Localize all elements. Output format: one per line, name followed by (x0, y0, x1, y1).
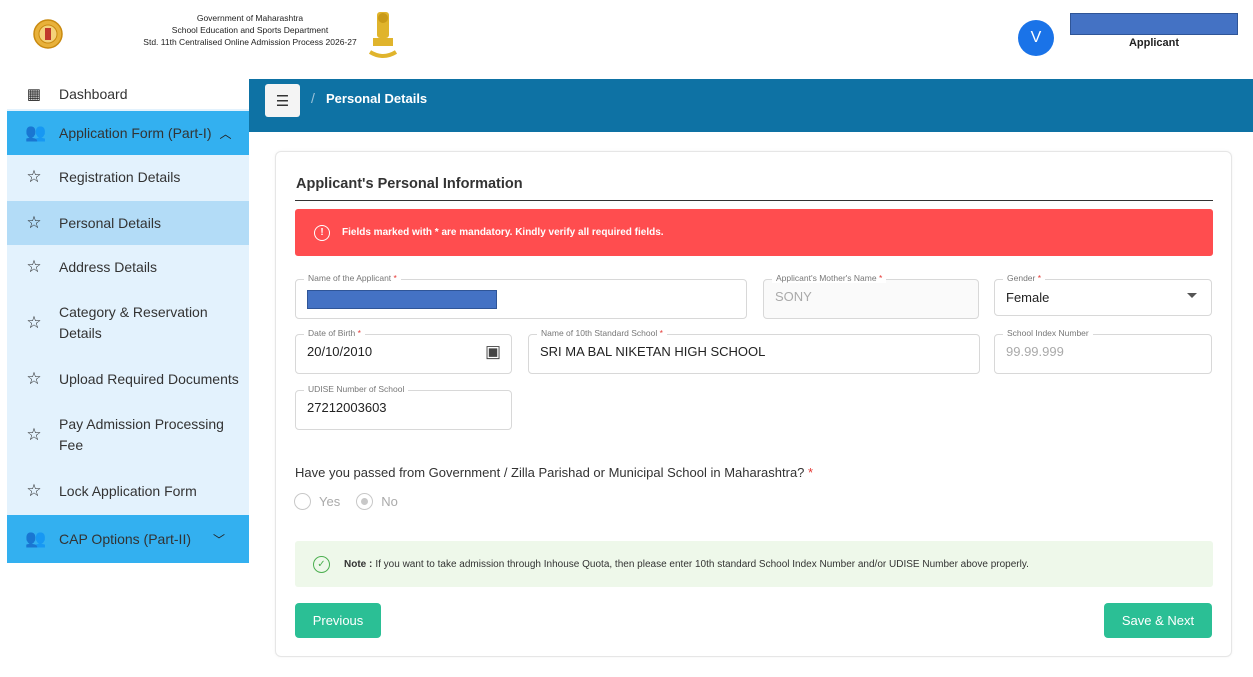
school-index-field[interactable]: School Index Number 99.99.999 (994, 328, 1212, 374)
sidebar-item-label: Address Details (59, 258, 158, 275)
field-placeholder: 99.99.999 (1006, 344, 1064, 359)
save-next-button[interactable]: Save & Next (1104, 603, 1212, 638)
inhouse-quota-note: ✓ Note : If you want to take admission t… (295, 541, 1213, 587)
check-circle-icon: ✓ (313, 555, 330, 573)
dropdown-arrow-icon (1187, 293, 1197, 298)
sidebar-item-label: Lock Application Form (59, 482, 197, 499)
header: Government of Maharashtra School Educati… (0, 0, 1253, 79)
radio-no[interactable] (356, 493, 374, 510)
sidebar: ▦ Dashboard 👥 Application Form (Part-I) … (7, 79, 249, 563)
sidebar-item-address-details[interactable]: ☆ Address Details (7, 245, 249, 289)
star-icon: ☆ (26, 313, 42, 332)
user-role: Applicant (1128, 37, 1180, 49)
field-label: Name of 10th Standard School * (537, 328, 667, 338)
calendar-icon[interactable]: ▣ (485, 342, 501, 362)
divider (295, 200, 1213, 201)
breadcrumb-separator: / (311, 90, 315, 106)
sidebar-item-personal-details[interactable]: ☆ Personal Details (7, 201, 249, 245)
field-label: UDISE Number of School (304, 384, 409, 394)
maharashtra-seal-logo (33, 19, 63, 49)
chevron-down-icon: ﹀ (213, 532, 226, 547)
gender-select[interactable]: Gender * Female (994, 273, 1212, 316)
field-label: Name of the Applicant * (304, 273, 401, 283)
radio-no-label: No (381, 494, 398, 509)
field-label: School Index Number (1003, 328, 1093, 338)
avatar[interactable]: V (1018, 20, 1054, 56)
govt-school-question: Have you passed from Government / Zilla … (295, 465, 814, 480)
star-icon: ☆ (26, 481, 42, 500)
personal-info-card: Applicant's Personal Information ! Field… (275, 151, 1232, 657)
field-label: Gender * (1003, 273, 1046, 283)
field-value: Female (1006, 290, 1050, 305)
note-label: Note : (344, 558, 373, 570)
sidebar-item-label: Registration Details (59, 168, 181, 185)
star-icon: ☆ (26, 425, 42, 444)
dashboard-icon: ▦ (26, 86, 42, 103)
sidebar-item-upload-documents[interactable]: ☆ Upload Required Documents (7, 357, 249, 401)
note-text: If you want to take admission through In… (375, 558, 1029, 570)
national-emblem-logo (368, 12, 398, 58)
field-label: Date of Birth * (304, 328, 365, 338)
sidebar-item-cap-options[interactable]: 👥 CAP Options (Part-II) ﹀ (7, 515, 249, 563)
field-value: 27212003603 (307, 400, 387, 415)
chevron-up-icon: ︿ (219, 126, 232, 141)
applicant-name-redacted (307, 290, 497, 309)
field-value: 20/10/2010 (307, 344, 373, 359)
radio-yes-label: Yes (319, 494, 341, 509)
sidebar-item-label: Dashboard (59, 85, 128, 102)
dob-field[interactable]: Date of Birth * 20/10/2010 ▣ (295, 328, 512, 374)
sidebar-item-dashboard[interactable]: ▦ Dashboard (7, 79, 249, 109)
radio-yes[interactable] (294, 493, 311, 510)
field-label: Applicant's Mother's Name * (772, 273, 887, 283)
menu-collapse-icon: ☰ (275, 92, 290, 110)
users-icon: 👥 (25, 123, 47, 142)
field-value: SRI MA BAL NIKETAN HIGH SCHOOL (540, 344, 766, 359)
page-title: Applicant's Personal Information (296, 176, 523, 192)
menu-toggle-button[interactable]: ☰ (265, 84, 300, 117)
mother-name-field: Applicant's Mother's Name * SONY (763, 273, 979, 319)
sidebar-item-registration-details[interactable]: ☆ Registration Details (7, 155, 249, 199)
star-icon: ☆ (26, 167, 42, 186)
breadcrumb: ☰ / Personal Details (249, 79, 1253, 132)
sidebar-item-pay-fee[interactable]: ☆ Pay Admission Processing Fee (7, 403, 249, 467)
alert-icon: ! (314, 224, 330, 241)
star-icon: ☆ (26, 213, 42, 232)
sidebar-item-label: Personal Details (59, 214, 161, 231)
user-name-redacted (1070, 13, 1238, 35)
star-icon: ☆ (26, 369, 42, 388)
school-name-field[interactable]: Name of 10th Standard School * SRI MA BA… (528, 328, 980, 374)
sidebar-item-lock-application[interactable]: ☆ Lock Application Form (7, 469, 249, 513)
users-icon: 👥 (25, 529, 47, 548)
breadcrumb-current: Personal Details (326, 91, 428, 106)
previous-button[interactable]: Previous (295, 603, 381, 638)
sidebar-item-label: CAP Options (Part-II) (59, 530, 192, 547)
field-value: SONY (775, 289, 812, 304)
govt-school-radio-group: Yes No (294, 493, 414, 510)
sidebar-item-label: Application Form (Part-I) (59, 124, 212, 141)
alert-text: Fields marked with * are mandatory. Kind… (342, 227, 664, 238)
udise-field[interactable]: UDISE Number of School 27212003603 (295, 384, 512, 430)
star-icon: ☆ (26, 257, 42, 276)
sidebar-item-category-reservation[interactable]: ☆ Category & Reservation Details (7, 291, 249, 355)
mandatory-alert: ! Fields marked with * are mandatory. Ki… (295, 209, 1213, 256)
sidebar-item-label: Category & Reservation Details (59, 304, 208, 341)
sidebar-item-application-form[interactable]: 👥 Application Form (Part-I) ︿ (7, 111, 249, 155)
sidebar-item-label: Pay Admission Processing Fee (59, 416, 224, 453)
sidebar-item-label: Upload Required Documents (59, 370, 239, 387)
applicant-name-field[interactable]: Name of the Applicant * (295, 273, 747, 319)
